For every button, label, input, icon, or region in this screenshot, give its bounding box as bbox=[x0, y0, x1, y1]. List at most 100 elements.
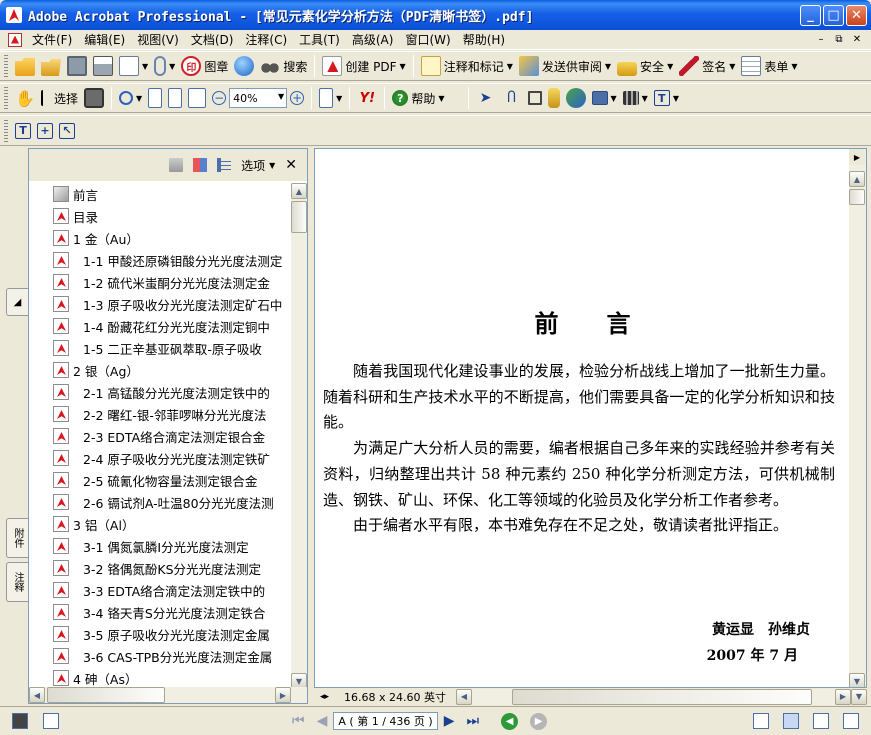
facing-page-icon[interactable] bbox=[843, 713, 859, 729]
create-pdf-button[interactable]: 创建 PDF ▼ bbox=[319, 54, 408, 78]
scroll-thumb[interactable] bbox=[849, 189, 865, 205]
expand-bookmark-icon[interactable] bbox=[217, 158, 232, 172]
toolbar-grip[interactable] bbox=[4, 119, 8, 142]
touchup-text-button[interactable]: Ⴖ bbox=[499, 86, 525, 110]
bookmark-item[interactable]: 4 砷（As） bbox=[29, 667, 291, 689]
toolbar-grip[interactable] bbox=[4, 55, 8, 77]
doc-restore-button[interactable]: ⧉ bbox=[831, 32, 847, 47]
bookmark-item[interactable]: 3-1 偶氮氯膦Ⅰ分光光度法测定 bbox=[29, 535, 291, 557]
toolbar-grip[interactable] bbox=[4, 87, 8, 109]
yahoo-button[interactable]: Y! bbox=[354, 86, 380, 110]
bookmark-item[interactable]: 3-2 铬偶氮酚KS分光光度法测定 bbox=[29, 557, 291, 579]
bookmark-item[interactable]: 2 银（Ag） bbox=[29, 359, 291, 381]
bookmarks-vertical-scrollbar[interactable]: ▲ ▼ bbox=[291, 183, 307, 689]
print-button[interactable] bbox=[90, 54, 116, 78]
stamp-button[interactable]: 印图章 bbox=[178, 54, 231, 78]
next-view-icon[interactable]: ▶ bbox=[849, 149, 865, 165]
bookmark-item[interactable]: 1-3 原子吸收分光光度法测定矿石中 bbox=[29, 293, 291, 315]
select-area-button[interactable]: ↖ bbox=[56, 119, 78, 143]
doc-close-button[interactable]: ✕ bbox=[849, 32, 865, 47]
menu-advanced[interactable]: 高级(A) bbox=[346, 31, 400, 48]
bookmark-item[interactable]: 2-1 高锰酸分光光度法测定铁中的 bbox=[29, 381, 291, 403]
document-horizontal-scrollbar[interactable] bbox=[471, 688, 835, 705]
select-object-button[interactable]: ➤ bbox=[473, 86, 499, 110]
bookmark-item[interactable]: 3-3 EDTA络合滴定法测定铁中的 bbox=[29, 579, 291, 601]
bookmark-item[interactable]: 1-5 二正辛基亚砜萃取-原子吸收 bbox=[29, 337, 291, 359]
zoom-out-button[interactable]: − bbox=[209, 86, 229, 110]
menu-file[interactable]: 文件(F) bbox=[26, 31, 78, 48]
insert-field-button[interactable]: + bbox=[34, 119, 56, 143]
bookmark-item[interactable]: 2-6 镉试剂A-吐温80分光光度法测 bbox=[29, 491, 291, 513]
menu-view[interactable]: 视图(V) bbox=[131, 31, 185, 48]
bookmarks-horizontal-scrollbar[interactable]: ◀ ▶ bbox=[29, 687, 307, 703]
menu-edit[interactable]: 编辑(E) bbox=[78, 31, 131, 48]
3d-button[interactable] bbox=[563, 86, 589, 110]
web-button[interactable] bbox=[231, 54, 257, 78]
zoom-in-button[interactable]: + bbox=[287, 86, 307, 110]
security-button[interactable]: 安全 ▼ bbox=[614, 54, 676, 78]
fit-width-button[interactable] bbox=[185, 86, 209, 110]
bookmark-item[interactable]: 2-5 硫氰化物容量法测定银合金 bbox=[29, 469, 291, 491]
bookmark-item[interactable]: 前言 bbox=[29, 183, 291, 205]
bookmark-item[interactable]: 2-2 曙红-银-邻菲啰啉分光光度法 bbox=[29, 403, 291, 425]
menu-comments[interactable]: 注释(C) bbox=[239, 31, 293, 48]
previous-view-icon[interactable]: ◀ bbox=[501, 712, 519, 730]
split-handle-icon[interactable]: ◂▸ bbox=[320, 692, 329, 702]
bookmark-item[interactable]: 3 铝（Al） bbox=[29, 513, 291, 535]
scroll-down-icon[interactable]: ▼ bbox=[851, 688, 867, 705]
save-button[interactable] bbox=[64, 54, 90, 78]
snapshot-button[interactable] bbox=[81, 86, 107, 110]
text-box-button[interactable]: T bbox=[12, 119, 34, 143]
send-for-review-button[interactable]: 发送供审阅 ▼ bbox=[516, 54, 614, 78]
chevron-down-icon[interactable]: ▼ bbox=[278, 92, 284, 101]
doc-minimize-button[interactable]: – bbox=[813, 32, 829, 47]
scroll-right-icon[interactable]: ▶ bbox=[835, 688, 851, 705]
scroll-left-icon[interactable]: ◀ bbox=[29, 687, 45, 703]
open-button[interactable] bbox=[12, 54, 38, 78]
bookmark-item[interactable]: 2-4 原子吸收分光光度法测定铁矿 bbox=[29, 447, 291, 469]
shape-button[interactable]: ▼ bbox=[589, 86, 620, 110]
search-button[interactable]: 搜索 bbox=[257, 54, 310, 78]
first-page-icon[interactable]: ⏮ bbox=[292, 713, 305, 729]
document-vertical-scrollbar[interactable]: ▶ ▲ ▼ bbox=[849, 149, 866, 687]
bookmark-item[interactable]: 1-4 酚藏花红分光光度法测定铜中 bbox=[29, 315, 291, 337]
scroll-right-icon[interactable]: ▶ bbox=[275, 687, 291, 703]
link-button[interactable] bbox=[545, 86, 563, 110]
document-menu-icon[interactable] bbox=[8, 32, 22, 47]
acrobat-app-icon[interactable] bbox=[6, 7, 22, 23]
minimize-button[interactable]: _ bbox=[800, 5, 821, 26]
scroll-thumb[interactable] bbox=[291, 201, 307, 233]
previous-page-icon[interactable]: ◀ bbox=[317, 713, 328, 729]
organizer-button[interactable] bbox=[38, 54, 64, 78]
bookmark-item[interactable]: 1-1 甲酸还原磷钼酸分光光度法测定 bbox=[29, 249, 291, 271]
crop-button[interactable] bbox=[525, 86, 545, 110]
scroll-up-icon[interactable]: ▲ bbox=[849, 171, 865, 187]
attachments-tab[interactable]: 附件 bbox=[6, 518, 28, 558]
next-view-icon[interactable]: ▶ bbox=[530, 712, 548, 730]
comments-tab[interactable]: 注释 bbox=[6, 562, 28, 602]
bookmark-item[interactable]: 2-3 EDTA络合滴定法测定银合金 bbox=[29, 425, 291, 447]
last-page-icon[interactable]: ⏭ bbox=[466, 713, 479, 729]
actual-size-button[interactable] bbox=[145, 86, 165, 110]
email-button[interactable]: ▼ bbox=[116, 54, 151, 78]
bookmark-item[interactable]: 3-5 原子吸收分光光度法测定金属 bbox=[29, 623, 291, 645]
sign-button[interactable]: 签名 ▼ bbox=[676, 54, 738, 78]
continuous-facing-icon[interactable] bbox=[813, 713, 829, 729]
bookmark-item[interactable]: 1 金（Au） bbox=[29, 227, 291, 249]
attach-button[interactable]: ▼ bbox=[151, 54, 178, 78]
text-field-button[interactable]: T ▼ bbox=[651, 86, 682, 110]
hand-tool-button[interactable]: ✋ bbox=[12, 86, 38, 110]
close-button[interactable]: ✕ bbox=[846, 5, 867, 26]
bookmark-item[interactable]: 3-6 CAS-TPB分光光度法测定金属 bbox=[29, 645, 291, 667]
close-panel-icon[interactable]: ✕ bbox=[285, 157, 297, 173]
scroll-up-icon[interactable]: ▲ bbox=[291, 183, 307, 199]
bookmark-options-button[interactable]: 选项 ▼ bbox=[241, 157, 275, 174]
help-button[interactable]: ? 帮助 ▼ bbox=[389, 86, 447, 110]
bookmark-item[interactable]: 1-2 硫代米蚩酮分光光度法测定金 bbox=[29, 271, 291, 293]
h-scroll-thumb[interactable] bbox=[511, 688, 812, 705]
page-number-input[interactable]: A ( 第 1 / 436 页 ) bbox=[333, 712, 438, 730]
scroll-down-icon[interactable]: ▼ bbox=[849, 673, 865, 687]
document-properties-icon[interactable] bbox=[43, 713, 59, 729]
menu-help[interactable]: 帮助(H) bbox=[457, 31, 511, 48]
menu-tools[interactable]: 工具(T) bbox=[293, 31, 346, 48]
